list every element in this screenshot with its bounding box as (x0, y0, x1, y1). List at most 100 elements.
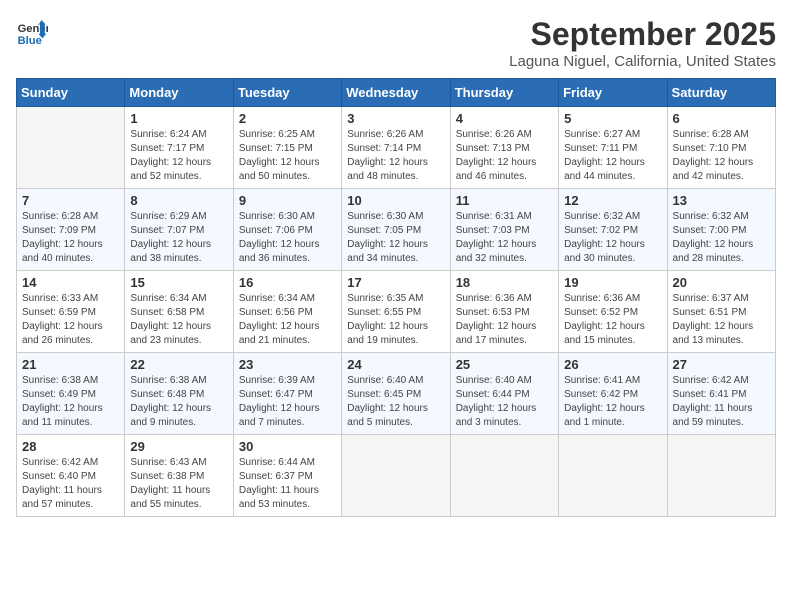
calendar-cell (342, 435, 450, 517)
svg-text:Blue: Blue (18, 35, 42, 47)
day-number: 18 (456, 275, 553, 290)
day-info: Sunrise: 6:36 AMSunset: 6:53 PMDaylight:… (456, 292, 553, 348)
calendar-cell: 8 Sunrise: 6:29 AMSunset: 7:07 PMDaylight… (125, 189, 233, 271)
day-number: 28 (22, 439, 119, 454)
page-header: General Blue September 2025 Laguna Nigue… (16, 16, 776, 70)
day-info: Sunrise: 6:41 AMSunset: 6:42 PMDaylight:… (564, 374, 661, 430)
day-info: Sunrise: 6:43 AMSunset: 6:38 PMDaylight:… (130, 456, 227, 512)
day-info: Sunrise: 6:24 AMSunset: 7:17 PMDaylight:… (130, 128, 227, 184)
day-number: 10 (347, 193, 444, 208)
calendar-cell: 23 Sunrise: 6:39 AMSunset: 6:47 PMDayligh… (233, 353, 341, 435)
calendar-cell: 26 Sunrise: 6:41 AMSunset: 6:42 PMDayligh… (559, 353, 667, 435)
day-info: Sunrise: 6:26 AMSunset: 7:13 PMDaylight:… (456, 128, 553, 184)
calendar-cell: 14Sunrise: 6:33 AMSunset: 6:59 PMDayligh… (17, 271, 125, 353)
weekday-header-sunday: Sunday (17, 79, 125, 107)
week-row-1: 1 Sunrise: 6:24 AMSunset: 7:17 PMDaylight… (17, 107, 776, 189)
day-info: Sunrise: 6:38 AMSunset: 6:48 PMDaylight:… (130, 374, 227, 430)
day-number: 6 (673, 111, 770, 126)
calendar-cell: 18 Sunrise: 6:36 AMSunset: 6:53 PMDayligh… (450, 271, 558, 353)
day-number: 23 (239, 357, 336, 372)
day-number: 1 (130, 111, 227, 126)
day-info: Sunrise: 6:27 AMSunset: 7:11 PMDaylight:… (564, 128, 661, 184)
calendar-cell: 27Sunrise: 6:42 AMSunset: 6:41 PMDayligh… (667, 353, 775, 435)
calendar-cell: 13 Sunrise: 6:32 AMSunset: 7:00 PMDayligh… (667, 189, 775, 271)
day-number: 14 (22, 275, 119, 290)
calendar-cell (17, 107, 125, 189)
day-number: 2 (239, 111, 336, 126)
week-row-3: 14Sunrise: 6:33 AMSunset: 6:59 PMDayligh… (17, 271, 776, 353)
calendar-cell: 9 Sunrise: 6:30 AMSunset: 7:06 PMDaylight… (233, 189, 341, 271)
calendar-cell: 22 Sunrise: 6:38 AMSunset: 6:48 PMDayligh… (125, 353, 233, 435)
calendar-cell: 15 Sunrise: 6:34 AMSunset: 6:58 PMDayligh… (125, 271, 233, 353)
day-number: 21 (22, 357, 119, 372)
day-info: Sunrise: 6:28 AMSunset: 7:09 PMDaylight:… (22, 210, 119, 266)
calendar-cell: 30Sunrise: 6:44 AMSunset: 6:37 PMDayligh… (233, 435, 341, 517)
day-info: Sunrise: 6:30 AMSunset: 7:06 PMDaylight:… (239, 210, 336, 266)
calendar-cell: 17Sunrise: 6:35 AMSunset: 6:55 PMDayligh… (342, 271, 450, 353)
day-number: 25 (456, 357, 553, 372)
calendar-cell (559, 435, 667, 517)
title-block: September 2025 Laguna Niguel, California… (509, 16, 776, 70)
calendar-cell: 2 Sunrise: 6:25 AMSunset: 7:15 PMDaylight… (233, 107, 341, 189)
calendar-cell: 25 Sunrise: 6:40 AMSunset: 6:44 PMDayligh… (450, 353, 558, 435)
calendar-cell: 10 Sunrise: 6:30 AMSunset: 7:05 PMDayligh… (342, 189, 450, 271)
day-number: 19 (564, 275, 661, 290)
day-number: 12 (564, 193, 661, 208)
day-info: Sunrise: 6:34 AMSunset: 6:56 PMDaylight:… (239, 292, 336, 348)
calendar-cell: 21 Sunrise: 6:38 AMSunset: 6:49 PMDayligh… (17, 353, 125, 435)
day-info: Sunrise: 6:32 AMSunset: 7:00 PMDaylight:… (673, 210, 770, 266)
week-row-2: 7 Sunrise: 6:28 AMSunset: 7:09 PMDaylight… (17, 189, 776, 271)
calendar-cell: 1 Sunrise: 6:24 AMSunset: 7:17 PMDaylight… (125, 107, 233, 189)
weekday-header-friday: Friday (559, 79, 667, 107)
calendar-cell (667, 435, 775, 517)
location-title: Laguna Niguel, California, United States (509, 53, 776, 70)
logo-icon: General Blue (16, 16, 48, 48)
calendar-cell: 29 Sunrise: 6:43 AMSunset: 6:38 PMDayligh… (125, 435, 233, 517)
day-info: Sunrise: 6:37 AMSunset: 6:51 PMDaylight:… (673, 292, 770, 348)
calendar-table: SundayMondayTuesdayWednesdayThursdayFrid… (16, 78, 776, 517)
calendar-cell: 11Sunrise: 6:31 AMSunset: 7:03 PMDayligh… (450, 189, 558, 271)
day-info: Sunrise: 6:28 AMSunset: 7:10 PMDaylight:… (673, 128, 770, 184)
day-number: 27 (673, 357, 770, 372)
day-number: 20 (673, 275, 770, 290)
calendar-cell (450, 435, 558, 517)
day-number: 29 (130, 439, 227, 454)
calendar-cell: 16 Sunrise: 6:34 AMSunset: 6:56 PMDayligh… (233, 271, 341, 353)
day-info: Sunrise: 6:39 AMSunset: 6:47 PMDaylight:… (239, 374, 336, 430)
calendar-cell: 7 Sunrise: 6:28 AMSunset: 7:09 PMDaylight… (17, 189, 125, 271)
day-info: Sunrise: 6:36 AMSunset: 6:52 PMDaylight:… (564, 292, 661, 348)
weekday-header-wednesday: Wednesday (342, 79, 450, 107)
logo: General Blue (16, 16, 48, 48)
day-number: 22 (130, 357, 227, 372)
day-number: 7 (22, 193, 119, 208)
day-info: Sunrise: 6:34 AMSunset: 6:58 PMDaylight:… (130, 292, 227, 348)
day-info: Sunrise: 6:25 AMSunset: 7:15 PMDaylight:… (239, 128, 336, 184)
day-number: 4 (456, 111, 553, 126)
week-row-5: 28Sunrise: 6:42 AMSunset: 6:40 PMDayligh… (17, 435, 776, 517)
calendar-cell: 19 Sunrise: 6:36 AMSunset: 6:52 PMDayligh… (559, 271, 667, 353)
day-info: Sunrise: 6:35 AMSunset: 6:55 PMDaylight:… (347, 292, 444, 348)
calendar-cell: 4 Sunrise: 6:26 AMSunset: 7:13 PMDaylight… (450, 107, 558, 189)
day-info: Sunrise: 6:38 AMSunset: 6:49 PMDaylight:… (22, 374, 119, 430)
day-number: 16 (239, 275, 336, 290)
day-number: 3 (347, 111, 444, 126)
day-number: 8 (130, 193, 227, 208)
day-info: Sunrise: 6:26 AMSunset: 7:14 PMDaylight:… (347, 128, 444, 184)
weekday-header-saturday: Saturday (667, 79, 775, 107)
day-number: 15 (130, 275, 227, 290)
day-number: 26 (564, 357, 661, 372)
day-info: Sunrise: 6:40 AMSunset: 6:45 PMDaylight:… (347, 374, 444, 430)
calendar-cell: 5Sunrise: 6:27 AMSunset: 7:11 PMDaylight… (559, 107, 667, 189)
weekday-header-monday: Monday (125, 79, 233, 107)
calendar-cell: 20 Sunrise: 6:37 AMSunset: 6:51 PMDayligh… (667, 271, 775, 353)
day-number: 13 (673, 193, 770, 208)
day-info: Sunrise: 6:44 AMSunset: 6:37 PMDaylight:… (239, 456, 336, 512)
day-info: Sunrise: 6:30 AMSunset: 7:05 PMDaylight:… (347, 210, 444, 266)
day-number: 11 (456, 193, 553, 208)
day-info: Sunrise: 6:40 AMSunset: 6:44 PMDaylight:… (456, 374, 553, 430)
day-number: 9 (239, 193, 336, 208)
month-title: September 2025 (509, 16, 776, 53)
week-row-4: 21 Sunrise: 6:38 AMSunset: 6:49 PMDayligh… (17, 353, 776, 435)
day-info: Sunrise: 6:29 AMSunset: 7:07 PMDaylight:… (130, 210, 227, 266)
weekday-header-thursday: Thursday (450, 79, 558, 107)
